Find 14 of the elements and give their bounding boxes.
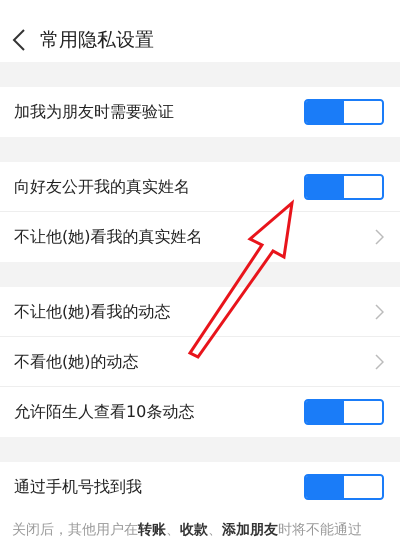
toggle-switch[interactable] (304, 474, 384, 500)
toggle-switch[interactable] (304, 99, 384, 125)
toggle-switch[interactable] (304, 174, 384, 200)
setting-label: 允许陌生人查看10条动态 (14, 401, 194, 423)
page-title: 常用隐私设置 (40, 28, 154, 53)
setting-label: 不让他(她)看我的真实姓名 (14, 226, 202, 248)
setting-label: 通过手机号找到我 (14, 476, 142, 498)
setting-label: 不看他(她)的动态 (14, 350, 138, 372)
setting-label: 加我为朋友时需要验证 (14, 101, 174, 123)
setting-label: 向好友公开我的真实姓名 (14, 176, 190, 198)
back-icon[interactable] (12, 28, 26, 52)
footnote-text: 关闭后，其他用户在转账、收款、添加朋友时将不能通过 (11, 521, 363, 540)
toggle-switch[interactable] (304, 399, 384, 425)
setting-label: 不让他(她)看我的动态 (14, 300, 170, 322)
